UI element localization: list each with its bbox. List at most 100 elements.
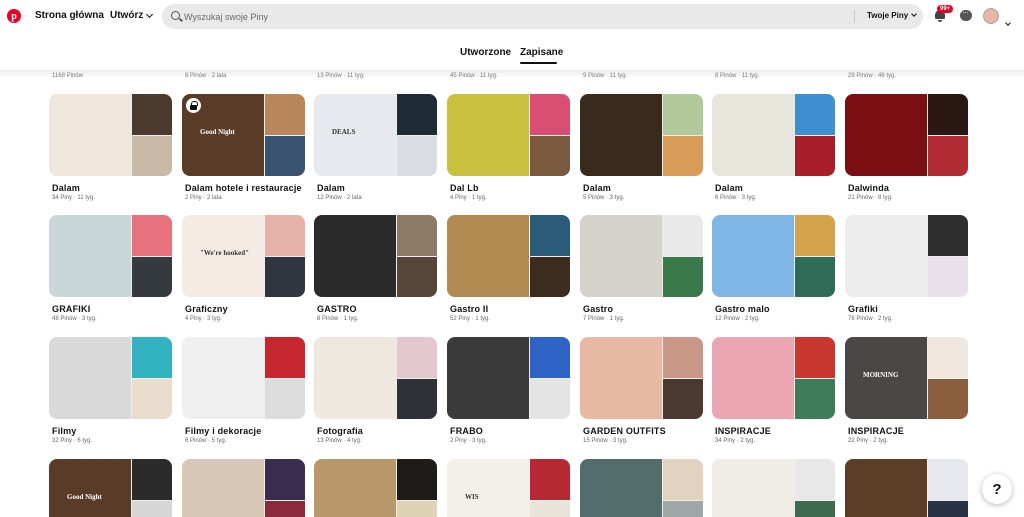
- board-cover[interactable]: [712, 459, 835, 517]
- board-cover[interactable]: [580, 94, 703, 176]
- board-name[interactable]: Dalam hotele i restauracje: [185, 183, 302, 193]
- board-cover[interactable]: [49, 215, 172, 297]
- board-cover[interactable]: Good Night: [182, 94, 305, 176]
- board-cover[interactable]: [182, 459, 305, 517]
- board-cover-image: [530, 256, 570, 297]
- board-cover-image: [397, 215, 437, 256]
- board-name[interactable]: FRABO: [450, 426, 483, 436]
- board-cover-image: [663, 94, 703, 135]
- board-cover[interactable]: "We're hooked": [182, 215, 305, 297]
- board-cover-image: [530, 459, 570, 500]
- board-cover-image: [530, 500, 570, 517]
- cover-caption: Good Night: [200, 128, 235, 136]
- board-cover-image: [182, 459, 264, 517]
- create-menu-button[interactable]: Utwórz: [110, 10, 154, 21]
- board-cover[interactable]: [712, 94, 835, 176]
- board-name[interactable]: Gastro: [583, 304, 613, 314]
- board-meta: 76 Pinów · 2 tyg.: [848, 316, 893, 322]
- board-name[interactable]: GASTRO: [317, 304, 357, 314]
- board-cover-image: [314, 459, 396, 517]
- board-meta: 8 Pinów · 11 tyg.: [715, 73, 760, 79]
- board-cover-image: [397, 500, 437, 517]
- board-name[interactable]: Gastro II: [450, 304, 488, 314]
- board-meta: 34 Piny · 2 tyg.: [715, 438, 756, 444]
- search-scope-dropdown[interactable]: Twoje Piny: [867, 11, 918, 20]
- board-meta: 32 Piny · 6 tyg.: [52, 438, 93, 444]
- board-cover-image: [928, 135, 968, 176]
- board-cover[interactable]: WIS: [447, 459, 570, 517]
- board-cover[interactable]: [447, 215, 570, 297]
- board-name[interactable]: Filmy i dekoracje: [185, 426, 261, 436]
- pinterest-logo-icon[interactable]: p: [7, 9, 21, 23]
- cover-caption: Good Night: [67, 493, 102, 501]
- board-cover-image: [265, 500, 305, 517]
- board-cover[interactable]: [580, 337, 703, 419]
- board-cover-image: [795, 215, 835, 256]
- home-link[interactable]: Strona główna: [35, 10, 104, 21]
- top-nav: p Strona główna Utwórz Twoje Piny 99+: [0, 0, 1024, 34]
- search-divider: [854, 10, 855, 23]
- board-name[interactable]: Dalam: [52, 183, 80, 193]
- board-cover-image: [314, 337, 396, 419]
- board-name[interactable]: Filmy: [52, 426, 77, 436]
- board-cover[interactable]: [314, 459, 437, 517]
- board-cover-image: [795, 94, 835, 135]
- search-input[interactable]: [184, 8, 784, 25]
- board-cover[interactable]: [845, 215, 968, 297]
- board-cover[interactable]: Good Night: [49, 459, 172, 517]
- board-cover-image: [712, 94, 794, 176]
- board-name[interactable]: Dalam: [317, 183, 345, 193]
- board-name[interactable]: Dalam: [583, 183, 611, 193]
- board-cover[interactable]: MORNING: [845, 337, 968, 419]
- board-name[interactable]: Graficzny: [185, 304, 228, 314]
- board-cover[interactable]: [49, 337, 172, 419]
- board-cover-image: [663, 459, 703, 500]
- board-cover-image: [663, 378, 703, 419]
- board-cover[interactable]: [314, 337, 437, 419]
- avatar[interactable]: [983, 8, 999, 24]
- board-cover[interactable]: [845, 94, 968, 176]
- board-cover[interactable]: [580, 215, 703, 297]
- board-cover[interactable]: [712, 337, 835, 419]
- board-name[interactable]: Dal Lb: [450, 183, 479, 193]
- tab-saved[interactable]: Zapisane: [520, 47, 563, 58]
- board-name[interactable]: GARDEN OUTFITS: [583, 426, 666, 436]
- board-cover-image: [132, 256, 172, 297]
- board-cover[interactable]: [447, 337, 570, 419]
- board-cover[interactable]: [447, 94, 570, 176]
- board-name[interactable]: Dalam: [715, 183, 743, 193]
- board-name[interactable]: GRAFIKI: [52, 304, 90, 314]
- board-meta: 2 Piny · 3 tyg.: [450, 438, 487, 444]
- board-meta: 21 Pinów · 8 tyg.: [848, 195, 893, 201]
- board-cover-image: [397, 94, 437, 135]
- board-cover-image: [580, 459, 662, 517]
- board-cover-image: [49, 459, 131, 517]
- messages-icon[interactable]: [960, 8, 972, 21]
- board-cover[interactable]: [49, 94, 172, 176]
- help-button[interactable]: ?: [982, 474, 1012, 504]
- board-name[interactable]: Gastro malo: [715, 304, 770, 314]
- board-cover[interactable]: [314, 215, 437, 297]
- board-cover[interactable]: [712, 215, 835, 297]
- search-icon: [171, 11, 180, 20]
- board-name[interactable]: Grafiki: [848, 304, 878, 314]
- account-menu-button[interactable]: [1005, 12, 1011, 30]
- board-cover-image: [712, 337, 794, 419]
- board-cover[interactable]: [845, 459, 968, 517]
- board-name[interactable]: Fotografia: [317, 426, 363, 436]
- board-cover-image: [265, 215, 305, 256]
- board-name[interactable]: Dalwinda: [848, 183, 889, 193]
- search-bar[interactable]: Twoje Piny: [162, 4, 923, 29]
- board-cover-image: [447, 459, 529, 517]
- board-cover-image: [928, 459, 968, 500]
- cover-caption: WIS: [465, 493, 479, 501]
- board-name[interactable]: INSPIRACJE: [715, 426, 771, 436]
- board-name[interactable]: INSPIRACJE: [848, 426, 904, 436]
- board-cover-image: [132, 378, 172, 419]
- board-cover[interactable]: [580, 459, 703, 517]
- board-cover-image: [530, 94, 570, 135]
- board-cover[interactable]: DEALS: [314, 94, 437, 176]
- board-meta: 45 Pinów · 11 tyg.: [450, 73, 498, 79]
- tab-created[interactable]: Utworzone: [460, 47, 511, 58]
- board-cover[interactable]: [182, 337, 305, 419]
